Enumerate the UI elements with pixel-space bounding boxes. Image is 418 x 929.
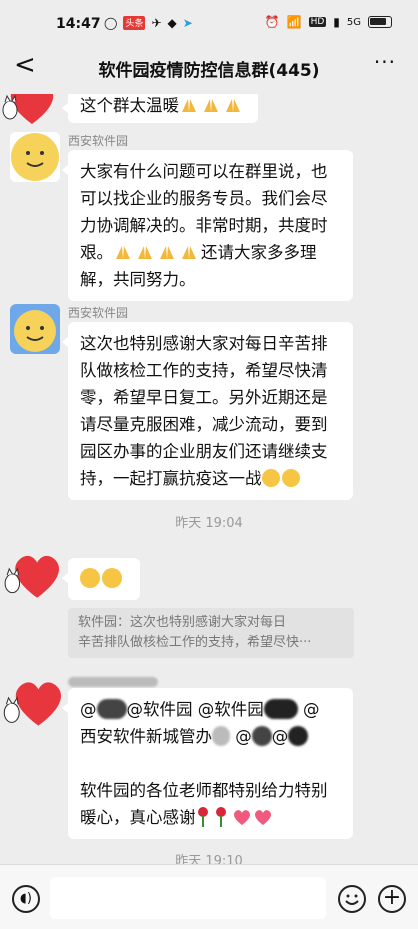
telegram-icon: ➤ bbox=[182, 16, 193, 30]
message-line: 解，共同努力。 bbox=[80, 270, 196, 289]
heart-emoji bbox=[254, 810, 271, 825]
salute-emoji bbox=[102, 568, 122, 588]
message-line: 请尽量克服困难，减少流动，要到 bbox=[80, 415, 328, 434]
status-left-icons: ◯ 头条 ✈ ◆ ➤ bbox=[104, 16, 193, 30]
sender-name: 西安软件园 bbox=[68, 306, 129, 320]
avatar[interactable] bbox=[2, 542, 64, 604]
alarm-icon: ⏰ bbox=[264, 15, 280, 29]
message-bubble[interactable]: @ @软件园 @软件园 @ 西安软件新城管办 @ @ 软件园的各位老师都特别给力特别… bbox=[62, 688, 353, 839]
quote-line: 辛苦排队做核检工作的支持，希望尽快··· bbox=[78, 635, 312, 650]
message-line: 暖心，真心感谢 bbox=[80, 804, 341, 831]
grin-emoji bbox=[281, 469, 300, 487]
message-bubble[interactable]: 这次也特别感谢大家对每日辛苦排 队做核检工作的支持，希望尽快清 零，希望早日复工… bbox=[62, 322, 353, 500]
message-bubble[interactable] bbox=[62, 558, 140, 600]
message-input[interactable] bbox=[50, 877, 326, 919]
message-bubble[interactable]: 这个群太温暖 bbox=[62, 94, 258, 123]
wifi-icon: 📶 bbox=[286, 15, 302, 29]
more-button[interactable]: ··· bbox=[374, 50, 396, 74]
message-line: 队做核检工作的支持，希望尽快清 bbox=[80, 361, 328, 380]
voice-button[interactable]: ◖) bbox=[12, 885, 40, 913]
status-right-icons: ⏰ 📶 HD ▮ 5G bbox=[265, 15, 392, 29]
message-line: 软件园的各位老师都特别给力特别 bbox=[80, 781, 328, 800]
message-line: 零，希望早日复工。另外近期还是 bbox=[80, 388, 328, 407]
message-line: 力协调解决的。非常时期，共度时 bbox=[80, 216, 328, 235]
pray-emoji bbox=[116, 246, 130, 259]
heart-emoji bbox=[233, 810, 250, 825]
status-time: 14:47 bbox=[56, 16, 101, 32]
message-line: 艰。 还请大家多多理 bbox=[80, 243, 317, 262]
avatar[interactable] bbox=[10, 132, 60, 182]
quote-line: 软件园：这次也特别感谢大家对每日 bbox=[78, 615, 287, 630]
sender-name bbox=[68, 672, 158, 687]
sender-name: 西安软件园 bbox=[68, 134, 129, 148]
chat-header: < 软件园疫情防控信息群(445) ··· bbox=[0, 42, 418, 94]
message-line: 可以找企业的服务专员。我们会尽 bbox=[80, 189, 328, 208]
pray-emoji bbox=[226, 99, 240, 112]
pray-emoji bbox=[182, 246, 196, 259]
rose-emoji bbox=[197, 807, 208, 827]
app-icon: 头条 bbox=[123, 16, 146, 30]
message-line: 西安软件新城管办 @ @ bbox=[80, 723, 341, 750]
pray-emoji bbox=[138, 246, 152, 259]
salute-emoji bbox=[80, 568, 100, 588]
timestamp: 昨天 19:04 bbox=[175, 516, 243, 531]
chat-title: 软件园疫情防控信息群(445) bbox=[98, 61, 320, 81]
notification-icon: ◯ bbox=[104, 16, 118, 30]
avatar[interactable] bbox=[0, 668, 64, 732]
message-line: @ @软件园 @软件园 @ bbox=[80, 699, 320, 719]
signal-icon: ▮ bbox=[333, 15, 340, 29]
message-line bbox=[80, 750, 341, 777]
rose-emoji bbox=[215, 807, 226, 827]
pray-emoji bbox=[204, 99, 218, 112]
grin-emoji bbox=[261, 469, 280, 487]
message-bubble[interactable]: 大家有什么问题可以在群里说，也 可以找企业的服务专员。我们会尽 力协调解决的。非… bbox=[62, 150, 353, 301]
battery-icon bbox=[368, 16, 392, 28]
message-line: 持，一起打赢抗疫这一战 bbox=[80, 465, 341, 492]
more-actions-button[interactable]: + bbox=[378, 885, 406, 913]
smile-icon bbox=[345, 894, 359, 905]
message-line: 这次也特别感谢大家对每日辛苦排 bbox=[80, 334, 328, 353]
status-bar: 14:47 ◯ 头条 ✈ ◆ ➤ ⏰ 📶 HD ▮ 5G bbox=[0, 0, 418, 42]
hd-icon: HD bbox=[308, 17, 327, 27]
pray-emoji bbox=[182, 99, 196, 112]
quoted-message[interactable]: 软件园：这次也特别感谢大家对每日 辛苦排队做核检工作的支持，希望尽快··· bbox=[68, 608, 354, 658]
message-line: 园区办事的企业朋友们还请继续支 bbox=[80, 442, 328, 461]
app-icon: ◆ bbox=[167, 16, 177, 30]
avatar[interactable] bbox=[2, 94, 62, 130]
emoji-button[interactable] bbox=[338, 885, 366, 913]
network-icon: 5G bbox=[346, 16, 361, 28]
message-line: 大家有什么问题可以在群里说，也 bbox=[80, 162, 328, 181]
app-icon: ✈ bbox=[151, 16, 162, 30]
message-list[interactable]: 这个群太温暖 西安软件园 大家有什么问题可以在群里说，也 可以找企业的服务专员。… bbox=[0, 94, 418, 864]
avatar[interactable] bbox=[10, 304, 60, 354]
input-bar: ◖) + bbox=[0, 864, 418, 929]
timestamp: 昨天 19:10 bbox=[175, 854, 243, 864]
pray-emoji bbox=[160, 246, 174, 259]
message-text: 这个群太温暖 bbox=[80, 96, 179, 115]
